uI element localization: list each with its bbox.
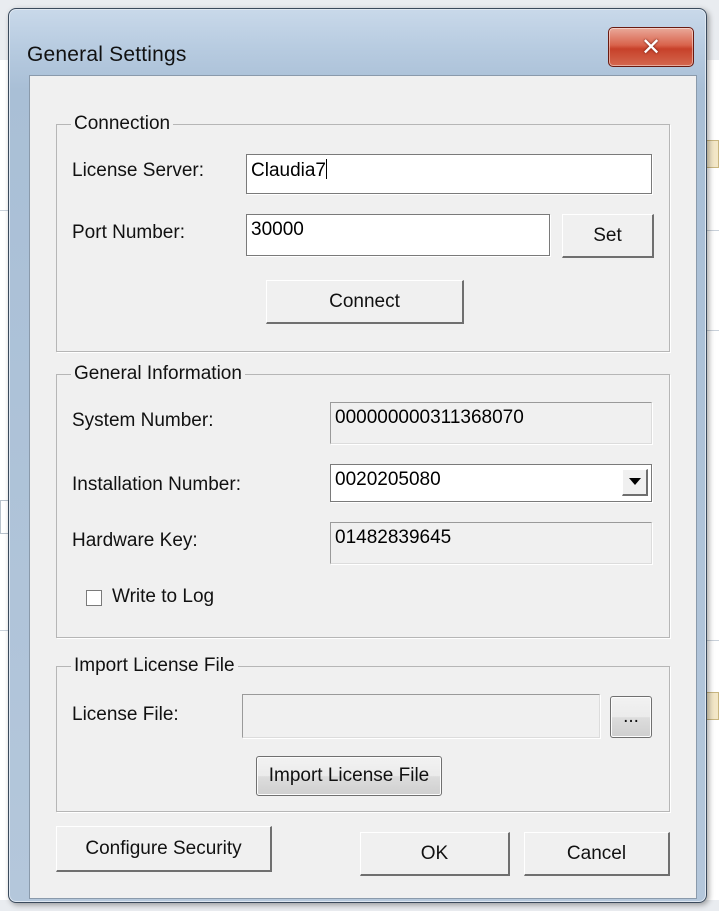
configure-security-button[interactable]: Configure Security [56, 826, 272, 872]
general-settings-dialog: General Settings ✕ Connection License Se… [8, 8, 707, 903]
import-license-file-button[interactable]: Import License File [256, 756, 442, 796]
system-number-field: 000000000311368070 [330, 402, 652, 444]
license-server-input[interactable]: Claudia7 [246, 154, 652, 194]
general-information-group-label: General Information [71, 363, 245, 385]
hardware-key-label: Hardware Key: [72, 530, 198, 551]
cancel-button[interactable]: Cancel [524, 832, 670, 876]
license-server-value: Claudia7 [251, 160, 326, 181]
import-license-group-label: Import License File [71, 655, 238, 677]
port-number-input[interactable]: 30000 [246, 214, 550, 256]
close-icon: ✕ [640, 33, 662, 61]
ok-button[interactable]: OK [360, 832, 510, 876]
connect-button[interactable]: Connect [266, 280, 464, 324]
background-divider [705, 330, 719, 331]
title-bar[interactable]: General Settings ✕ [9, 9, 706, 71]
dropdown-button[interactable] [622, 469, 648, 496]
set-button[interactable]: Set [562, 214, 654, 258]
background-divider [705, 640, 719, 641]
port-number-label: Port Number: [72, 222, 185, 243]
hardware-key-field: 01482839645 [330, 522, 652, 564]
text-caret [326, 159, 327, 179]
license-file-label: License File: [72, 704, 179, 725]
installation-number-label: Installation Number: [72, 474, 241, 495]
license-server-label: License Server: [72, 160, 205, 181]
installation-number-select[interactable]: 0020205080 [330, 464, 652, 502]
connection-group-label: Connection [71, 113, 174, 135]
system-number-label: System Number: [72, 410, 214, 431]
port-number-value: 30000 [251, 219, 304, 240]
write-to-log-label[interactable]: Write to Log [112, 586, 214, 608]
browse-button[interactable]: ... [610, 696, 652, 738]
write-to-log-checkbox[interactable] [86, 590, 102, 606]
dialog-title: General Settings [27, 43, 187, 66]
installation-number-value: 0020205080 [335, 469, 441, 490]
chevron-down-icon [628, 478, 641, 485]
license-file-input[interactable] [242, 694, 600, 738]
dialog-body: Connection License Server: Claudia7 Port… [29, 75, 697, 899]
close-button[interactable]: ✕ [608, 27, 694, 67]
background-divider [705, 230, 719, 231]
